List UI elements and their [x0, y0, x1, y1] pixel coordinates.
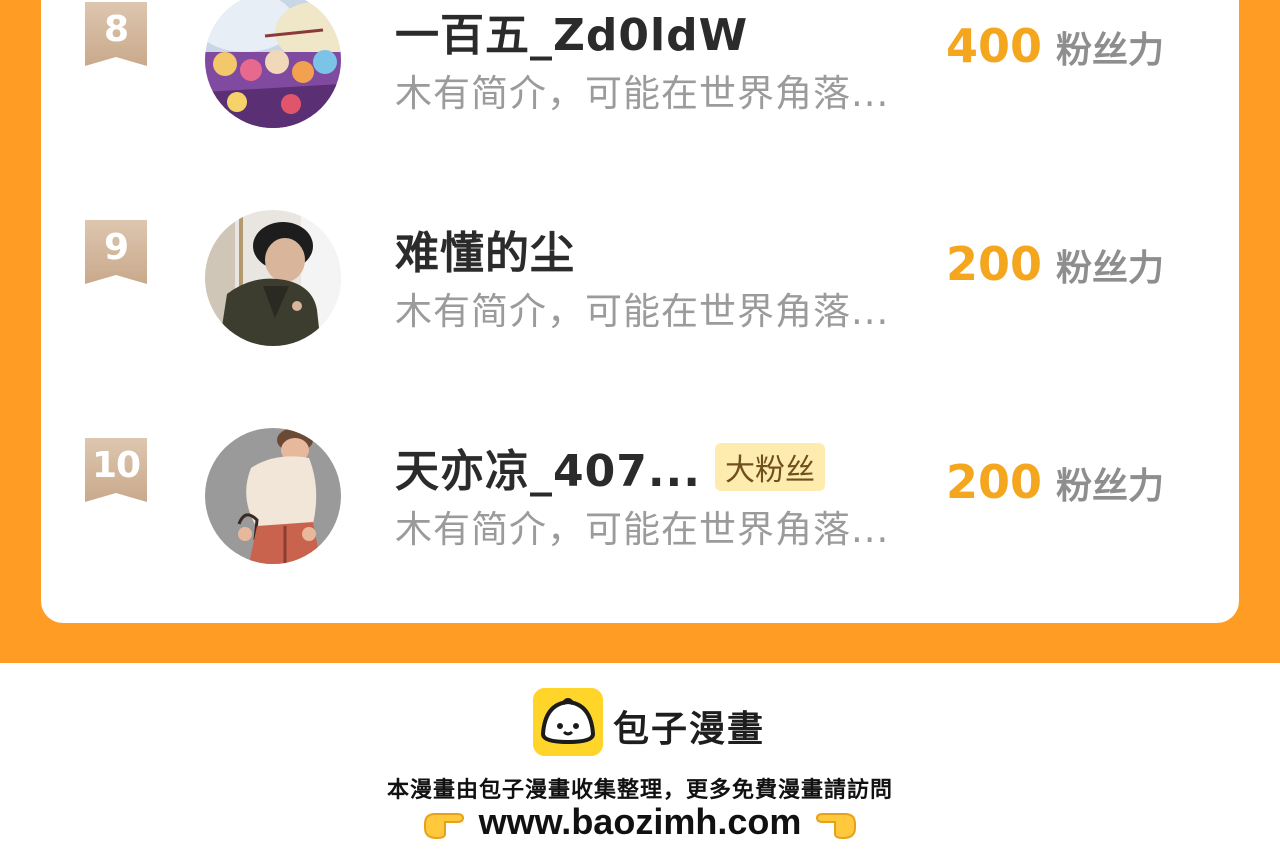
user-name[interactable]: 一百五_Zd0ldW: [395, 0, 748, 63]
fan-power-unit: 粉丝力: [1056, 466, 1165, 507]
fan-power-value: 400: [946, 19, 1043, 73]
leaderboard-row[interactable]: 8 一百五_Zd0ldW 木有简介，可能在世界角落... 400 粉丝力: [41, 0, 1239, 169]
avatar-man-in-coat-icon: [205, 210, 341, 346]
avatar-anime-crowd-icon: [205, 0, 341, 128]
user-name[interactable]: 难懂的尘: [395, 217, 575, 281]
name-line: 难懂的尘: [395, 217, 575, 279]
fan-power-value: 200: [946, 237, 1043, 291]
site-url-link[interactable]: www.baozimh.com: [479, 801, 802, 843]
baozi-logo-icon[interactable]: [533, 688, 603, 756]
user-bio: 木有简介，可能在世界角落...: [395, 72, 890, 115]
pointing-left-icon: [815, 804, 857, 840]
leaderboard-row[interactable]: 9 难懂的尘 木有简介，可能在世界角落... 200 粉丝力: [41, 169, 1239, 387]
footer-url-line: www.baozimh.com: [0, 801, 1280, 843]
rank-ribbon: 9: [85, 220, 147, 284]
name-line: 天亦凉_407... 大粉丝: [395, 435, 825, 497]
rank-ribbon: 10: [85, 438, 147, 502]
user-bio: 木有简介，可能在世界角落...: [395, 290, 890, 333]
avatar-cartoon-person-icon: [205, 428, 341, 564]
fan-power: 200 粉丝力: [946, 455, 1164, 509]
name-line: 一百五_Zd0ldW: [395, 0, 748, 61]
fan-power-unit: 粉丝力: [1056, 248, 1165, 289]
leaderboard-card: 8 一百五_Zd0ldW 木有简介，可能在世界角落... 400 粉丝力 9 难…: [41, 0, 1239, 623]
footer-notice: 本漫畫由包子漫畫收集整理，更多免費漫畫請訪問: [386, 778, 893, 803]
brand-name[interactable]: 包子漫畫: [613, 700, 765, 752]
fan-power: 400 粉丝力: [946, 19, 1164, 73]
user-bio: 木有简介，可能在世界角落...: [395, 508, 890, 551]
big-fan-badge: 大粉丝: [715, 443, 825, 491]
user-avatar[interactable]: [205, 0, 341, 128]
pointing-right-icon: [423, 804, 465, 840]
rank-ribbon: 8: [85, 2, 147, 66]
user-avatar[interactable]: [205, 428, 341, 564]
fan-power-value: 200: [946, 455, 1043, 509]
leaderboard-row[interactable]: 10 天亦凉_407... 大粉丝 木有简介，可能在世界角落... 200 粉丝力: [41, 387, 1239, 605]
user-avatar[interactable]: [205, 210, 341, 346]
fan-power-unit: 粉丝力: [1056, 30, 1165, 71]
user-name[interactable]: 天亦凉_407...: [395, 435, 701, 499]
fan-power: 200 粉丝力: [946, 237, 1164, 291]
